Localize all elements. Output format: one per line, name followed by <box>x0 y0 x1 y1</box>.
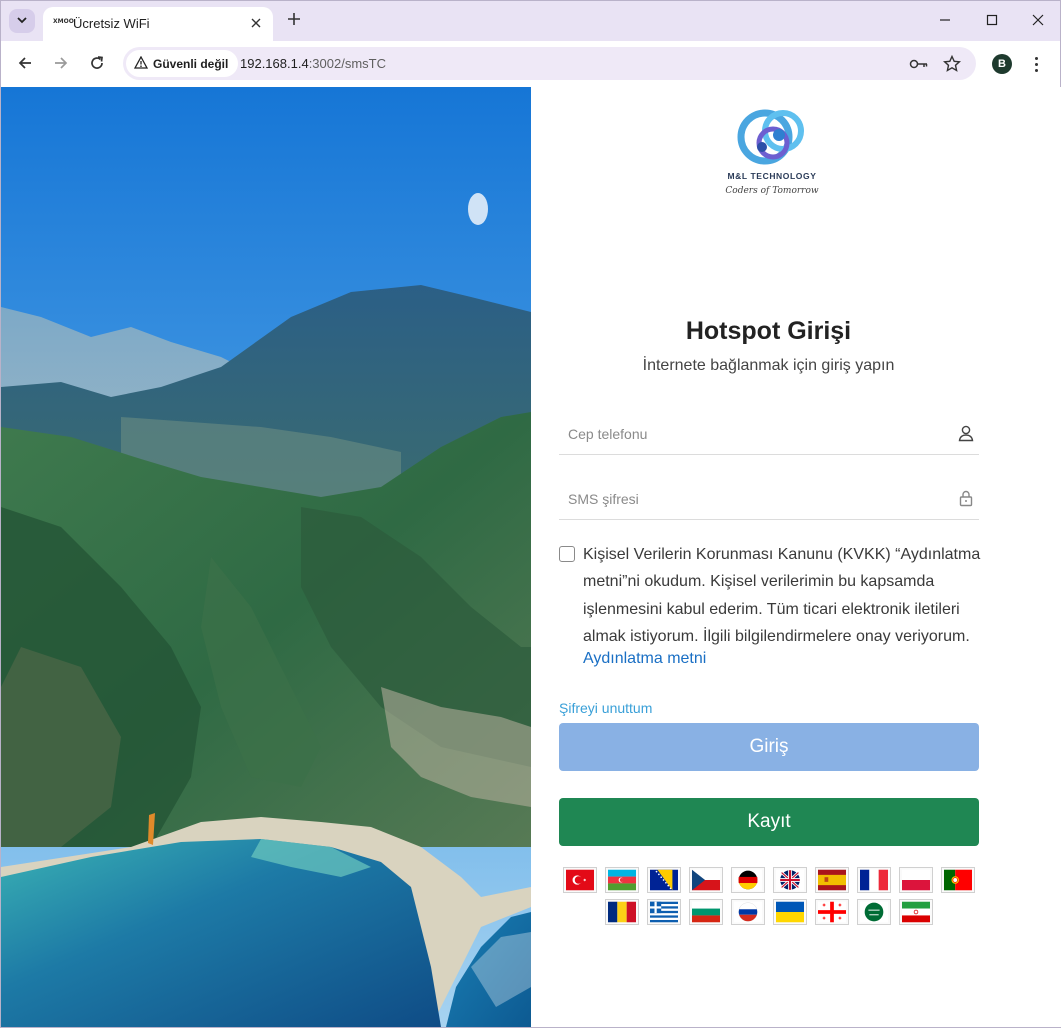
bulgaria-flag-icon[interactable] <box>689 899 723 925</box>
greece-flag-icon[interactable] <box>647 899 681 925</box>
user-icon <box>957 424 975 442</box>
germany-flag-icon[interactable] <box>731 867 765 893</box>
new-tab-button[interactable] <box>284 10 304 30</box>
tab-title: Ücretsiz WiFi <box>73 16 150 31</box>
consent-checkbox[interactable] <box>559 546 575 562</box>
poland-flag-icon[interactable] <box>899 867 933 893</box>
profile-avatar[interactable]: B <box>992 54 1012 74</box>
back-button[interactable] <box>13 53 37 77</box>
bookmark-star-icon[interactable] <box>942 54 962 74</box>
company-name: M&L TECHNOLOGY <box>727 171 817 181</box>
flag-row-2 <box>559 899 979 925</box>
minimize-button[interactable] <box>923 7 967 35</box>
saudi-arabia-flag-icon[interactable] <box>857 899 891 925</box>
tab-favicon: XMOO <box>53 18 74 25</box>
chevron-down-icon <box>16 14 28 29</box>
maximize-icon <box>986 13 998 29</box>
browser-menu-icon[interactable] <box>1029 53 1043 75</box>
language-selector <box>559 867 979 931</box>
spain-flag-icon[interactable] <box>815 867 849 893</box>
arrow-left-icon <box>17 55 33 76</box>
close-window-button[interactable] <box>1016 7 1060 35</box>
tab-search-button[interactable] <box>9 9 35 33</box>
url-text[interactable]: 192.168.1.4:3002/smsTC <box>240 56 386 71</box>
czech-flag-icon[interactable] <box>689 867 723 893</box>
sms-password-input[interactable] <box>559 479 949 519</box>
flag-row-1 <box>559 867 979 893</box>
georgia-flag-icon[interactable] <box>815 899 849 925</box>
phone-input[interactable] <box>559 414 949 454</box>
reload-button[interactable] <box>85 53 109 77</box>
landscape-photo <box>1 87 531 1027</box>
azerbaijan-flag-icon[interactable] <box>605 867 639 893</box>
maximize-button[interactable] <box>970 7 1014 35</box>
browser-chrome: XMOO Ücretsiz WiFi Güvenli değil 192.168… <box>0 0 1061 88</box>
close-icon <box>1032 13 1044 29</box>
france-flag-icon[interactable] <box>857 867 891 893</box>
uk-flag-icon[interactable] <box>773 867 807 893</box>
portugal-flag-icon[interactable] <box>941 867 975 893</box>
consent-text: Kişisel Verilerin Korunması Kanunu (KVKK… <box>583 546 981 645</box>
register-button[interactable]: Kayıt <box>559 798 979 846</box>
ukraine-flag-icon[interactable] <box>773 899 807 925</box>
page-title: Hotspot Girişi <box>685 317 852 345</box>
close-tab-icon[interactable] <box>247 14 265 32</box>
address-bar[interactable]: Güvenli değil 192.168.1.4:3002/smsTC <box>123 47 976 80</box>
phone-field <box>559 414 979 455</box>
login-button[interactable]: Giriş <box>559 723 979 771</box>
url-path: :3002/smsTC <box>308 56 386 71</box>
privacy-notice-link[interactable]: Aydınlatma metni <box>583 650 706 668</box>
bosnia-flag-icon[interactable] <box>647 867 681 893</box>
sms-password-field <box>559 479 979 520</box>
url-host: 192.168.1.4 <box>240 56 309 71</box>
tab-strip: XMOO Ücretsiz WiFi <box>1 1 1060 41</box>
iran-flag-icon[interactable] <box>899 899 933 925</box>
forgot-password-link[interactable]: Şifreyi unuttum <box>559 700 652 716</box>
browser-toolbar: Güvenli değil 192.168.1.4:3002/smsTC B <box>1 41 1060 88</box>
page-content: M&L TECHNOLOGY Coders of Tomorrow Hotspo… <box>0 87 1061 1028</box>
security-chip[interactable]: Güvenli değil <box>126 50 239 77</box>
password-key-icon[interactable] <box>909 54 929 74</box>
page-subtitle: İnternete bağlanmak için giriş yapın <box>642 357 895 374</box>
turkey-flag-icon[interactable] <box>563 867 597 893</box>
company-tagline: Coders of Tomorrow <box>725 186 819 196</box>
lock-icon <box>957 489 975 507</box>
arrow-right-icon <box>53 55 69 76</box>
minimize-icon <box>939 13 951 29</box>
login-panel: M&L TECHNOLOGY Coders of Tomorrow Hotspo… <box>531 87 1061 1027</box>
reload-icon <box>89 55 105 76</box>
russia-flag-icon[interactable] <box>731 899 765 925</box>
security-label: Güvenli değil <box>153 56 229 71</box>
forward-button[interactable] <box>49 53 73 77</box>
active-tab[interactable]: XMOO Ücretsiz WiFi <box>43 7 273 41</box>
romania-flag-icon[interactable] <box>605 899 639 925</box>
warning-icon <box>133 55 149 72</box>
